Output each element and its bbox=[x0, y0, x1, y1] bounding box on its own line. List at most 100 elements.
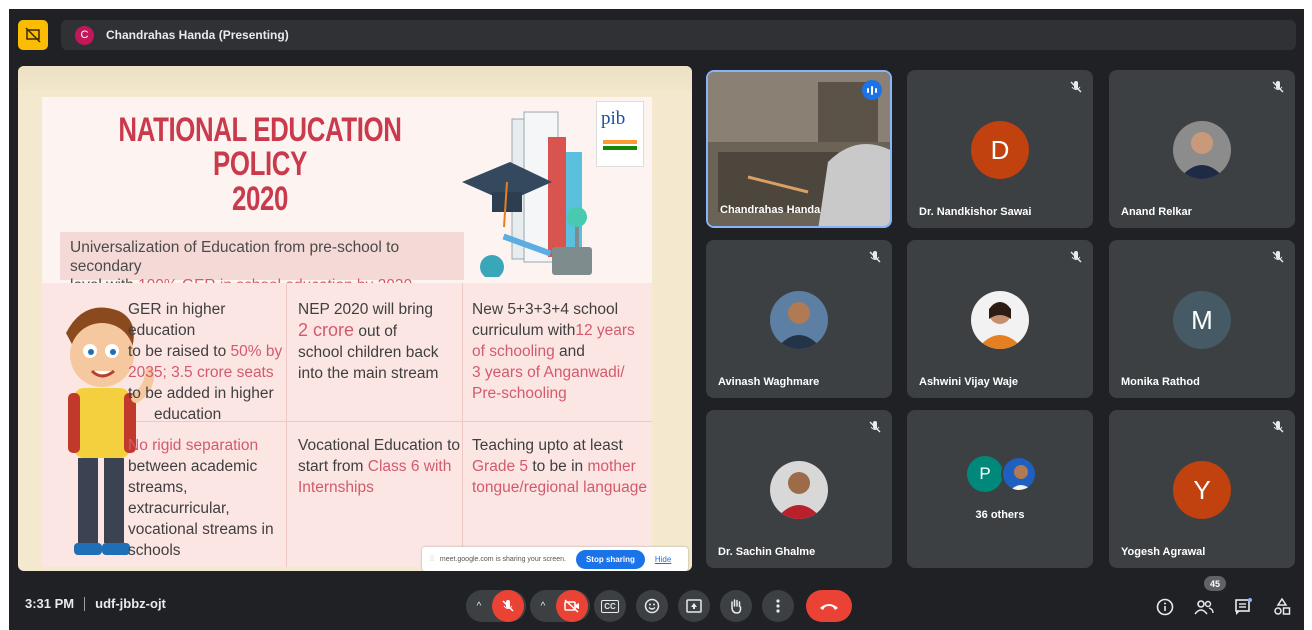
mic-toggle-button[interactable] bbox=[492, 590, 524, 622]
participant-name: Ashwini Vijay Waje bbox=[919, 376, 1019, 388]
hide-share-bar-link[interactable]: Hide bbox=[655, 555, 671, 564]
grid-divider bbox=[462, 283, 463, 567]
emoji-icon bbox=[644, 598, 660, 614]
meeting-details: 3:31 PM udf-jbbz-ojt bbox=[25, 596, 166, 611]
cell-text: schools bbox=[128, 542, 181, 559]
stop-sharing-button[interactable]: Stop sharing bbox=[575, 549, 645, 569]
presenting-banner: C Chandrahas Handa (Presenting) bbox=[61, 20, 1296, 50]
slide-cell-vocational: Vocational Education to start from Class… bbox=[298, 435, 468, 498]
captions-button[interactable]: CC bbox=[594, 590, 626, 622]
bottom-bar: 3:31 PM udf-jbbz-ojt ^ ^ CC 45 bbox=[9, 576, 1304, 630]
education-illustration bbox=[462, 111, 592, 277]
cell-text: between academic bbox=[128, 458, 258, 475]
slide-cell-teaching: Teaching upto at least Grade 5 to be in … bbox=[472, 435, 652, 498]
others-avatar: P bbox=[967, 456, 1003, 492]
present-now-button[interactable] bbox=[678, 590, 710, 622]
mic-muted-icon bbox=[1272, 81, 1284, 93]
participant-name: Monika Rathod bbox=[1121, 376, 1200, 388]
people-icon bbox=[1194, 600, 1214, 615]
info-icon bbox=[1156, 598, 1174, 616]
mic-muted-icon bbox=[1272, 421, 1284, 433]
meeting-code: udf-jbbz-ojt bbox=[95, 596, 166, 611]
speaking-indicator-icon bbox=[862, 80, 882, 100]
participant-tile-yogesh[interactable]: Y Yogesh Agrawal bbox=[1109, 410, 1295, 568]
slide-top-edge bbox=[18, 66, 692, 90]
participant-tile-sachin[interactable]: Dr. Sachin Ghalme bbox=[706, 410, 892, 568]
cell-text: New 5+3+3+4 school bbox=[472, 301, 619, 318]
slide-cell-curriculum: New 5+3+3+4 school curriculum with12 yea… bbox=[472, 299, 652, 404]
slide: NATIONAL EDUCATION POLICY 2020 pib Unive… bbox=[42, 97, 652, 567]
leave-call-button[interactable] bbox=[806, 590, 852, 622]
cell-text: NEP 2020 will bring bbox=[298, 301, 433, 318]
participant-name: Avinash Waghmare bbox=[718, 376, 820, 388]
participant-name: Anand Relkar bbox=[1121, 206, 1192, 218]
people-button[interactable] bbox=[1193, 596, 1215, 618]
camera-toggle-button[interactable] bbox=[556, 590, 588, 622]
chat-icon bbox=[1235, 598, 1252, 615]
people-count-badge: 45 bbox=[1204, 576, 1226, 591]
participant-avatar: D bbox=[971, 121, 1029, 179]
slide-cell-nep: NEP 2020 will bring 2 crore out of schoo… bbox=[298, 299, 458, 384]
presenting-label: Chandrahas Handa (Presenting) bbox=[106, 28, 289, 42]
participant-tile-chandrahas[interactable]: Chandrahas Handa bbox=[706, 70, 892, 228]
participant-avatar bbox=[770, 291, 828, 349]
present-icon bbox=[686, 599, 702, 613]
participant-avatar bbox=[770, 461, 828, 519]
end-call-icon bbox=[820, 604, 838, 610]
chat-button[interactable] bbox=[1232, 596, 1254, 618]
video-options-chevron[interactable]: ^ bbox=[530, 601, 556, 612]
participant-tile-ashwini[interactable]: Ashwini Vijay Waje bbox=[907, 240, 1093, 398]
participant-name: Dr. Sachin Ghalme bbox=[718, 546, 816, 558]
cell-text: 2035; 3.5 crore seats bbox=[128, 364, 274, 381]
universalization-box: Universalization of Education from pre-s… bbox=[60, 232, 464, 294]
mic-off-icon bbox=[502, 600, 514, 612]
audio-options-chevron[interactable]: ^ bbox=[466, 601, 492, 612]
mic-muted-icon bbox=[1272, 251, 1284, 263]
cell-text: to be added in higher bbox=[128, 385, 274, 402]
cell-text: 12 years bbox=[575, 322, 635, 339]
mic-muted-icon bbox=[1070, 81, 1082, 93]
slide-title: NATIONAL EDUCATION POLICY 2020 bbox=[116, 113, 405, 216]
presenter-avatar: C bbox=[75, 25, 94, 45]
cell-text: Vocational Education to bbox=[298, 437, 461, 454]
cell-text: 2 crore bbox=[298, 320, 355, 340]
cell-text: education bbox=[154, 406, 222, 423]
more-icon bbox=[776, 599, 780, 613]
presentation-toggle-button[interactable] bbox=[18, 20, 48, 50]
present-off-icon bbox=[25, 27, 41, 43]
participant-name: Chandrahas Handa bbox=[720, 204, 821, 216]
cell-text: curriculum with bbox=[472, 322, 576, 339]
cell-text: 50% by bbox=[230, 343, 283, 360]
cell-text: No rigid separation bbox=[128, 437, 259, 454]
participant-tile-anand[interactable]: Anand Relkar bbox=[1109, 70, 1295, 228]
participant-tile-others[interactable]: P 36 others bbox=[907, 410, 1093, 568]
mic-control-group: ^ bbox=[466, 590, 526, 622]
slide-cell-separation: No rigid separation between academic str… bbox=[128, 435, 288, 561]
cell-text: school children back bbox=[298, 344, 439, 361]
participant-name: Dr. Nandkishor Sawai bbox=[919, 206, 1032, 218]
slide-title-line1: NATIONAL EDUCATION POLICY bbox=[118, 111, 402, 183]
cell-text: out of bbox=[354, 323, 398, 340]
cell-text: vocational streams in bbox=[128, 521, 274, 538]
activities-button[interactable] bbox=[1271, 596, 1293, 618]
cell-text: Internships bbox=[298, 479, 374, 496]
raise-hand-icon bbox=[731, 599, 742, 614]
cell-text: of schooling bbox=[472, 343, 555, 360]
participant-tile-avinash[interactable]: Avinash Waghmare bbox=[706, 240, 892, 398]
participant-tile-monika[interactable]: M Monika Rathod bbox=[1109, 240, 1295, 398]
participant-tile-nandkishor[interactable]: D Dr. Nandkishor Sawai bbox=[907, 70, 1093, 228]
raise-hand-button[interactable] bbox=[720, 590, 752, 622]
meet-window: C Chandrahas Handa (Presenting) NATIONAL… bbox=[9, 9, 1304, 630]
meeting-info-button[interactable] bbox=[1154, 596, 1176, 618]
slide-cell-ger: GER in higher education to be raised to … bbox=[128, 299, 288, 425]
emoji-reaction-button[interactable] bbox=[636, 590, 668, 622]
mic-muted-icon bbox=[869, 251, 881, 263]
participant-avatar bbox=[1173, 121, 1231, 179]
screen-share-bar: ⁞⁞ meet.google.com is sharing your scree… bbox=[422, 547, 688, 571]
pib-logo-text: pib bbox=[601, 108, 626, 129]
share-grip-icon[interactable]: ⁞⁞ bbox=[430, 556, 434, 563]
cell-text: tongue/regional language bbox=[472, 479, 647, 496]
cell-text: to be in bbox=[528, 458, 588, 475]
more-options-button[interactable] bbox=[762, 590, 794, 622]
mic-muted-icon bbox=[869, 421, 881, 433]
